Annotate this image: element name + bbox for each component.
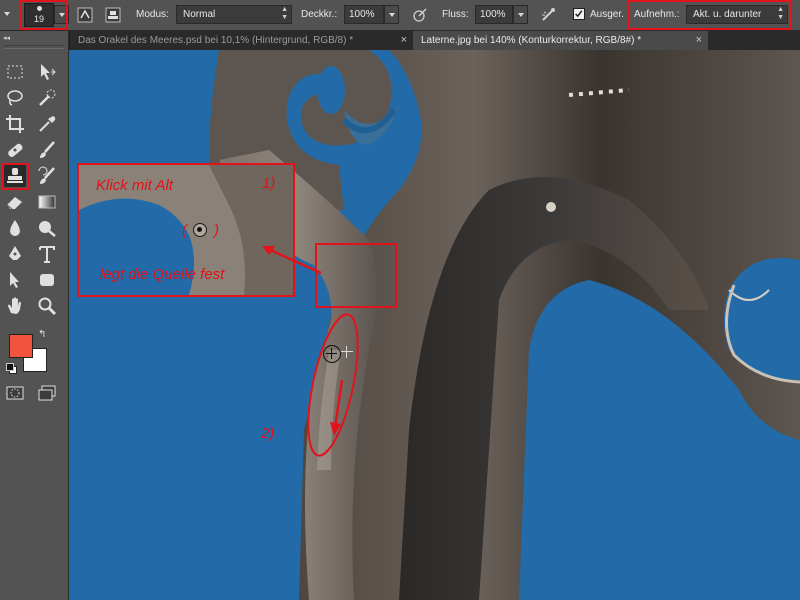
source-crosshair-icon	[193, 223, 207, 237]
sample-point-cross-icon	[341, 346, 353, 358]
tab-laterne[interactable]: Laterne.jpg bei 140% (Konturkorrektur, R…	[413, 31, 708, 50]
eyedropper-icon[interactable]	[36, 113, 58, 135]
sample-value: Akt. u. darunter	[693, 9, 762, 20]
mode-value: Normal	[183, 9, 216, 20]
eraser-icon[interactable]	[4, 191, 26, 213]
move-tool-icon[interactable]	[36, 61, 58, 83]
callout-source-text: legt die Quelle fest	[100, 266, 225, 283]
source-area-box	[315, 243, 397, 308]
callout-step-number: 1)	[262, 175, 276, 192]
pressure-opacity-icon[interactable]	[411, 6, 429, 24]
lasso-icon[interactable]	[4, 87, 26, 109]
opacity-value: 100%	[349, 9, 375, 20]
sample-label: Aufnehm.:	[634, 9, 680, 20]
flow-input[interactable]: 100%	[475, 5, 513, 24]
tool-preset-picker[interactable]	[2, 7, 12, 21]
tab-orakel[interactable]: Das Orakel des Meeres.psd bei 10,1% (Hin…	[70, 31, 413, 50]
healing-brush-icon[interactable]	[4, 139, 26, 161]
tab-label: Laterne.jpg bei 140% (Konturkorrektur, R…	[421, 35, 642, 46]
gradient-icon[interactable]	[36, 191, 58, 213]
flow-label: Fluss:	[442, 9, 469, 20]
mode-label: Modus:	[136, 9, 169, 20]
paren-close: )	[214, 222, 219, 239]
brush-cursor-icon	[323, 345, 341, 363]
aligned-checkbox[interactable]	[573, 8, 585, 20]
rectangular-marquee-icon[interactable]	[4, 61, 26, 83]
opacity-label: Deckkr.:	[301, 9, 338, 20]
shape-tool-icon[interactable]	[36, 269, 58, 291]
options-bar: 19 Modus: Normal ▲ ▼ Deckkr.: 100% Fluss:…	[0, 0, 800, 31]
blur-icon[interactable]	[4, 217, 26, 239]
airbrush-icon[interactable]	[540, 6, 558, 24]
crop-icon[interactable]	[4, 113, 26, 135]
sample-select[interactable]: Akt. u. darunter ▲ ▼	[686, 5, 788, 24]
foreground-color-swatch[interactable]	[9, 334, 33, 358]
opacity-input[interactable]: 100%	[344, 5, 384, 24]
lantern-photo	[69, 50, 800, 600]
dodge-icon[interactable]	[36, 217, 58, 239]
quick-selection-icon[interactable]	[36, 87, 58, 109]
hand-tool-icon[interactable]	[4, 295, 26, 317]
brush-highlight-box	[20, 0, 68, 30]
clone-source-panel-icon[interactable]	[104, 6, 122, 24]
panel-collapse-icon[interactable]: ◂◂	[3, 34, 10, 42]
flow-value: 100%	[480, 9, 506, 20]
close-icon[interactable]: ×	[696, 31, 702, 50]
callout-click-text: Klick mit Alt	[96, 177, 173, 194]
updown-icon: ▲ ▼	[777, 6, 784, 21]
quick-mask-icon[interactable]	[4, 382, 26, 404]
tab-label: Das Orakel des Meeres.psd bei 10,1% (Hin…	[78, 35, 354, 46]
pen-icon[interactable]	[4, 243, 26, 265]
clone-stamp-highlight-box	[2, 163, 30, 190]
brush-tool-icon[interactable]	[36, 139, 58, 161]
document-tab-bar: Das Orakel des Meeres.psd bei 10,1% (Hin…	[70, 31, 800, 51]
opacity-dropdown[interactable]	[384, 5, 399, 24]
brush-panel-toggle-icon[interactable]	[76, 6, 94, 24]
document-canvas[interactable]: 1) Klick mit Alt ( ) legt die Quelle fes…	[69, 50, 800, 600]
flow-dropdown[interactable]	[513, 5, 528, 24]
toolbox-grip	[4, 45, 64, 49]
close-icon[interactable]: ×	[401, 31, 407, 50]
paren-open: (	[182, 222, 187, 239]
screen-mode-icon[interactable]	[36, 382, 58, 404]
toolbox-panel: ◂◂ ↰	[0, 31, 69, 600]
swap-colors-icon[interactable]: ↰	[38, 329, 46, 340]
type-tool-icon[interactable]	[36, 243, 58, 265]
aligned-label: Ausger.	[590, 9, 624, 20]
path-selection-icon[interactable]	[4, 269, 26, 291]
history-brush-icon[interactable]	[36, 165, 58, 187]
mode-select[interactable]: Normal ▲ ▼	[176, 5, 292, 24]
checkmark-icon	[575, 10, 583, 18]
zoom-icon[interactable]	[36, 295, 58, 317]
default-colors-icon[interactable]	[6, 363, 17, 374]
updown-icon: ▲ ▼	[281, 6, 288, 21]
step-two-number: 2)	[261, 425, 275, 442]
